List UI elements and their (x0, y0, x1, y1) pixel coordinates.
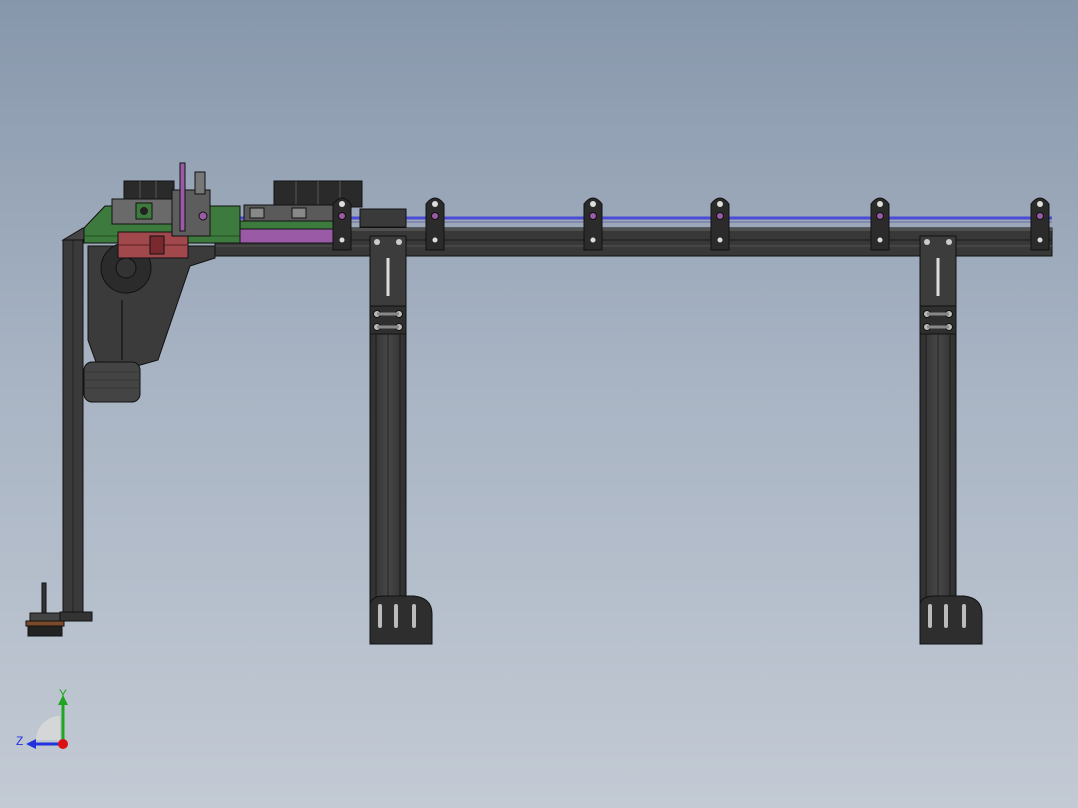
x-axis-dot (58, 739, 68, 749)
cad-viewport[interactable] (0, 0, 1078, 808)
z-axis-head (26, 739, 36, 749)
view-orientation-triad[interactable]: Y Z (10, 685, 80, 755)
clamp-bracket[interactable] (710, 197, 730, 251)
clamp-bracket[interactable] (1030, 197, 1050, 251)
leveling-foot[interactable] (25, 582, 65, 637)
z-axis-label: Z (16, 734, 23, 748)
clamp-bracket[interactable] (332, 197, 352, 251)
drive-unit[interactable] (111, 162, 211, 259)
support-leg-middle[interactable] (369, 235, 433, 645)
clamp-bracket[interactable] (583, 197, 603, 251)
triad-plane (36, 716, 60, 740)
clamp-bracket[interactable] (425, 197, 445, 251)
y-axis-label: Y (59, 687, 67, 701)
gearmotor[interactable] (83, 242, 216, 403)
support-leg-right[interactable] (919, 235, 983, 645)
clamp-bracket[interactable] (870, 197, 890, 251)
